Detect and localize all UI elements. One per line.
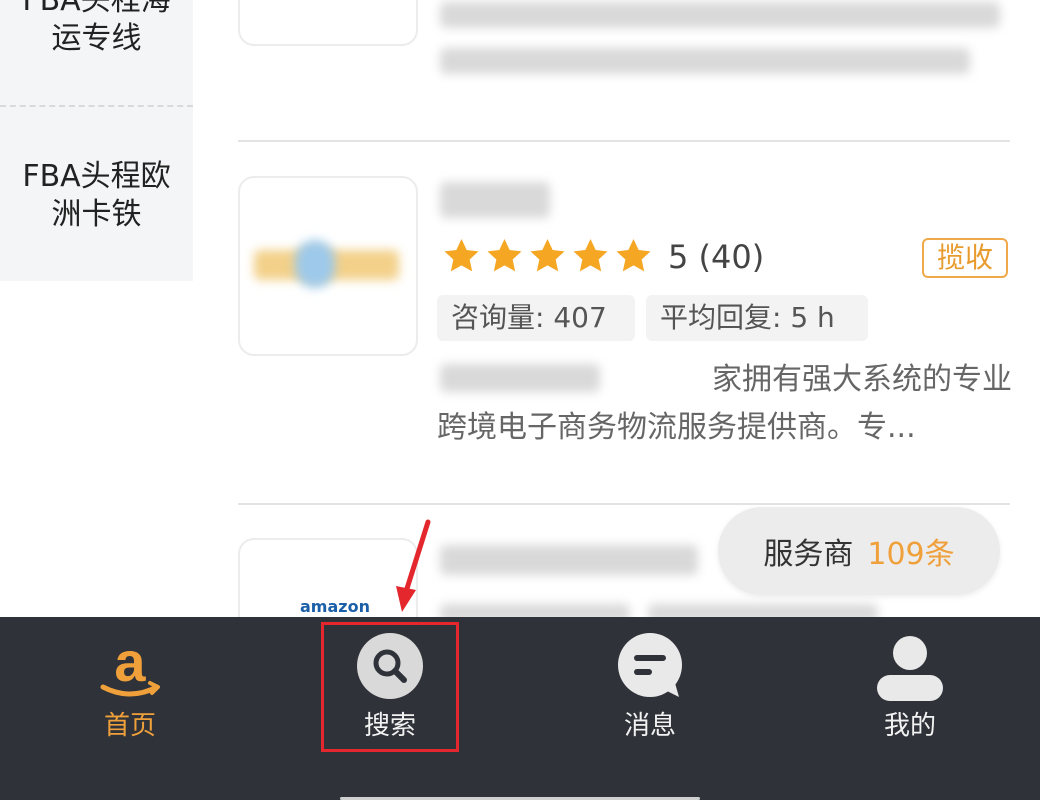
category-item-fba-sea[interactable]: FBA头程海 运专线 (0, 0, 193, 58)
blurred-provider-name (440, 545, 698, 575)
category-item-fba-europe-rail[interactable]: FBA头程欧 洲卡铁 (0, 158, 193, 234)
tab-messages[interactable]: 消息 (550, 617, 750, 800)
provider-count-value: 109条 (867, 537, 955, 572)
rating-stars (441, 236, 654, 276)
rating-summary: 5 (40) (668, 236, 764, 278)
provider-thumbnail[interactable] (238, 0, 418, 46)
provider-count-pill: 服务商 109条 (718, 507, 1000, 595)
tab-profile[interactable]: 我的 (810, 617, 1010, 800)
star-icon (487, 239, 522, 272)
provider-description-line2: 跨境电子商务物流服务提供商。专... (437, 410, 916, 445)
amazon-logo-text: amazon (300, 597, 370, 616)
star-icon (530, 239, 565, 272)
provider-description-line1: 家拥有强大系统的专业 (712, 362, 1012, 397)
tab-home-label: 首页 (103, 711, 156, 741)
category-divider (0, 105, 193, 107)
review-count: (40) (698, 238, 765, 276)
row-divider (238, 503, 1010, 505)
star-icon (616, 239, 651, 272)
blurred-provider-name (440, 182, 550, 218)
blurred-text (440, 48, 970, 74)
bottom-tab-bar: a 首页 搜索 消息 我的 (0, 617, 1040, 800)
provider-count-label: 服务商 (763, 537, 854, 572)
category-label: 洲卡铁 (51, 197, 142, 232)
blurred-logo (295, 240, 335, 288)
pickup-badge: 揽收 (922, 238, 1008, 278)
provider-thumbnail[interactable] (238, 176, 418, 356)
blurred-text (440, 2, 1000, 28)
category-label: 运专线 (51, 21, 142, 56)
star-icon (573, 239, 608, 272)
category-label: FBA头程海 (22, 0, 171, 18)
svg-text:a: a (114, 631, 146, 693)
tab-profile-label: 我的 (883, 711, 936, 741)
amazon-home-icon: a (100, 631, 160, 697)
message-icon (618, 633, 682, 697)
search-tab-highlight (321, 622, 459, 752)
avg-reply-tag: 平均回复: 5 h (646, 295, 868, 341)
star-icon (444, 239, 479, 272)
category-sidebar: FBA头程海 运专线 FBA头程欧 洲卡铁 (0, 0, 193, 281)
tab-messages-label: 消息 (623, 711, 676, 741)
profile-icon (877, 636, 943, 701)
category-label: FBA头程欧 (22, 159, 171, 194)
inquiry-count-tag: 咨询量: 407 (437, 295, 635, 341)
tab-home[interactable]: a 首页 (30, 617, 230, 800)
row-divider (238, 140, 1010, 142)
rating-value: 5 (668, 238, 689, 276)
